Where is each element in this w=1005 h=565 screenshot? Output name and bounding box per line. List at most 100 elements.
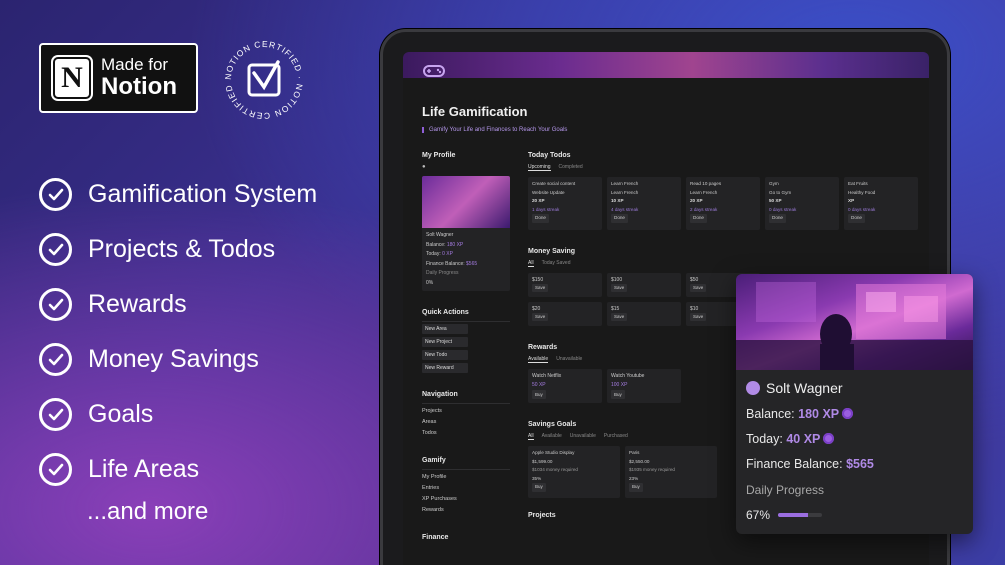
save-button[interactable]: Save (532, 284, 549, 292)
info-icon[interactable]: ● (422, 164, 510, 170)
tab-unavailable[interactable]: Unavailable (556, 356, 582, 363)
done-button[interactable]: Done (848, 214, 865, 223)
save-button[interactable]: Save (690, 313, 707, 321)
reward-card[interactable]: Watch Youtube 100 XP Buy (607, 369, 681, 403)
buy-button[interactable]: Buy (611, 390, 625, 399)
check-circle-icon (39, 233, 72, 266)
reward-card[interactable]: Watch Netflix 50 XP Buy (528, 369, 602, 403)
notion-logo-icon: N (53, 57, 91, 99)
todo-sub: Learn French (690, 189, 718, 195)
reward-xp: 50 XP (532, 382, 546, 388)
goal-percent: 23% (629, 475, 639, 481)
check-circle-icon (39, 288, 72, 321)
tab-upcoming[interactable]: Upcoming (528, 164, 551, 171)
profile-cover-image (736, 274, 973, 370)
nav-item-areas[interactable]: Areas (422, 417, 510, 428)
feature-label: Life Areas (88, 455, 200, 483)
user-circle-icon (746, 381, 760, 395)
done-button[interactable]: Done (690, 214, 707, 223)
tab-all[interactable]: All (528, 260, 534, 267)
reward-xp: 100 XP (611, 382, 628, 388)
profile-card[interactable]: Solt Wagner Balance: 180 XP Today: 0 XP … (422, 176, 510, 291)
todo-card[interactable]: Create social content Website Update 20 … (528, 177, 602, 230)
new-todo-button[interactable]: New Todo (422, 350, 468, 360)
todo-card[interactable]: Eat Fruits Healthy Food XP 0 days streak… (844, 177, 918, 230)
todo-sub: Go to Gym (769, 189, 792, 195)
buy-button[interactable]: Buy (532, 390, 546, 399)
goal-title: Paris (629, 450, 640, 455)
today-todos-heading: Today Todos (528, 152, 571, 159)
done-button[interactable]: Done (769, 214, 786, 223)
money-card[interactable]: $20 Save (528, 302, 602, 326)
nav-item-my-profile[interactable]: My Profile (422, 472, 510, 483)
nav-item-projects[interactable]: Projects (422, 406, 510, 417)
save-button[interactable]: Save (611, 313, 628, 321)
nav-item-entries[interactable]: Entries (422, 483, 510, 494)
check-circle-icon (39, 178, 72, 211)
goal-card[interactable]: Paris $2,550.00 $1935 money required 23%… (625, 446, 717, 498)
tab-available[interactable]: Available (542, 433, 562, 440)
todo-title: Learn French (611, 181, 639, 186)
notion-page: Life Gamification Gamify Your Life and F… (422, 104, 922, 541)
tab-available[interactable]: Available (528, 356, 549, 363)
nav-item-todos[interactable]: Todos (422, 428, 510, 439)
feature-list: Gamification System Projects & Todos Rew… (39, 167, 317, 497)
money-card[interactable]: $100 Save (607, 273, 681, 297)
page-subtitle: Gamify Your Life and Finances to Reach Y… (422, 127, 922, 133)
goal-required: $1935 money required (629, 467, 675, 472)
tab-unavailable[interactable]: Unavailable (570, 433, 596, 440)
money-card[interactable]: $15 Save (607, 302, 681, 326)
profile-balance: Balance: 180 XP (426, 241, 464, 248)
todo-card[interactable]: Read 10 pages Learn French 20 XP 2 days … (686, 177, 760, 230)
reward-title: Watch Netflix (532, 373, 562, 379)
divider (422, 403, 510, 404)
todo-card[interactable]: Gym Go to Gym 50 XP 0 days streak Done (765, 177, 839, 230)
feature-item: Life Areas (39, 442, 317, 497)
feature-item: Projects & Todos (39, 222, 317, 277)
new-area-button[interactable]: New Area (422, 324, 468, 334)
tab-purchased[interactable]: Purchased (604, 433, 628, 440)
todo-sub: Healthy Food (848, 189, 876, 195)
todo-title: Gym (769, 181, 779, 186)
tab-all[interactable]: All (528, 433, 534, 440)
todo-streak: 0 days streak (848, 206, 876, 212)
tab-today-saved[interactable]: Today Saved (542, 260, 571, 267)
goal-card[interactable]: Apple Studio Display $1,599.00 $1034 mon… (528, 446, 620, 498)
progress-bar-fill (778, 513, 808, 517)
new-project-button[interactable]: New Project (422, 337, 468, 347)
todo-card[interactable]: Learn French Learn French 10 XP 4 days s… (607, 177, 681, 230)
feature-label: Money Savings (88, 345, 259, 373)
save-button[interactable]: Save (690, 284, 707, 292)
done-button[interactable]: Done (532, 214, 549, 223)
profile-name: Solt Wagner (426, 232, 454, 238)
profile-name: Solt Wagner (746, 380, 963, 396)
gamify-heading: Gamify (422, 457, 446, 464)
goal-price: $1,599.00 (532, 458, 553, 464)
navigation-heading: Navigation (422, 391, 458, 398)
balance-row: Balance: 180 XP (746, 407, 963, 421)
quick-actions-heading: Quick Actions (422, 309, 469, 316)
profile-cover-image (422, 176, 510, 228)
profile-name-text: Solt Wagner (766, 380, 843, 396)
todo-xp: XP (848, 198, 855, 203)
money-card[interactable]: $150 Save (528, 273, 602, 297)
profile-today: Today: 0 XP (426, 251, 453, 257)
feature-item: Rewards (39, 277, 317, 332)
goal-percent: 35% (532, 475, 542, 481)
save-button[interactable]: Save (532, 313, 549, 321)
progress-bar (778, 513, 823, 517)
goal-price: $2,550.00 (629, 458, 650, 464)
done-button[interactable]: Done (611, 214, 628, 223)
new-reward-button[interactable]: New Reward (422, 363, 468, 373)
buy-button[interactable]: Buy (629, 483, 643, 492)
svg-text:NOTION CERTIFIED · NOTION CERT: NOTION CERTIFIED · NOTION CERTIFIED · (222, 38, 305, 121)
divider (422, 321, 510, 322)
todo-sub: Website Update (532, 189, 565, 195)
todo-streak: 1 days streak (532, 206, 560, 212)
todo-xp: 50 XP (769, 198, 782, 203)
nav-item-rewards[interactable]: Rewards (422, 505, 510, 516)
buy-button[interactable]: Buy (532, 483, 546, 492)
nav-item-xp-purchases[interactable]: XP Purchases (422, 494, 510, 505)
save-button[interactable]: Save (611, 284, 628, 292)
tab-completed[interactable]: Completed (559, 164, 583, 171)
